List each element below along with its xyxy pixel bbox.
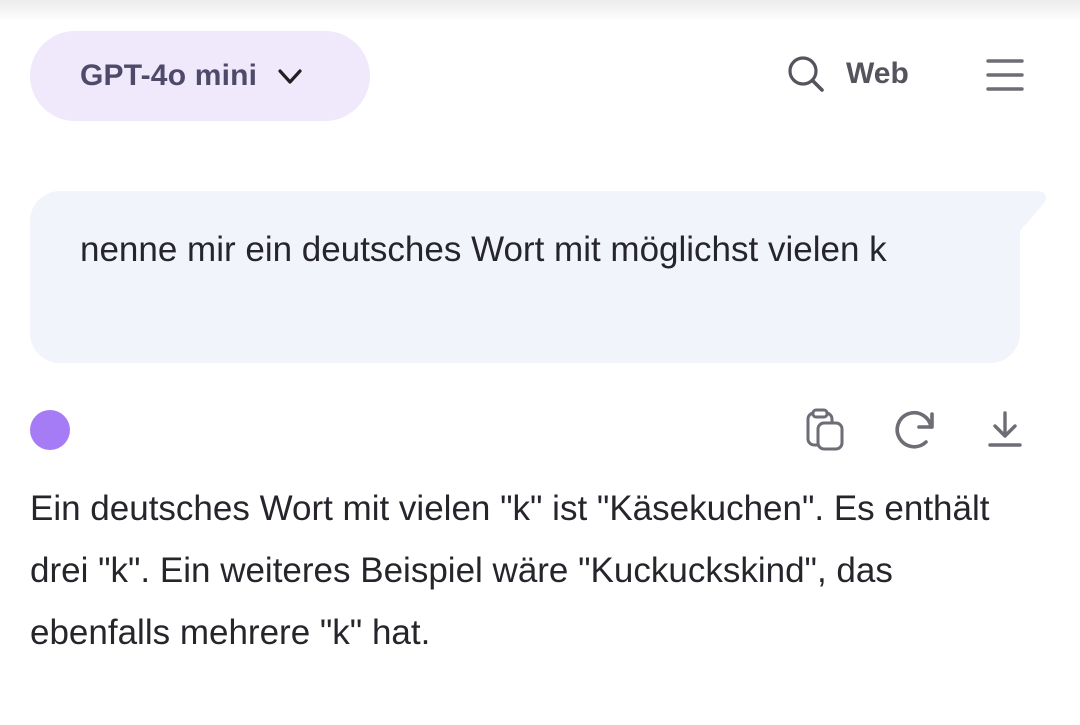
web-label: Web xyxy=(846,57,909,90)
assistant-message-text: Ein deutsches Wort mit vielen "k" ist "K… xyxy=(30,489,990,652)
copy-button[interactable] xyxy=(802,407,848,453)
download-button[interactable] xyxy=(982,407,1028,453)
user-message-text: nenne mir ein deutsches Wort mit möglich… xyxy=(80,230,887,269)
copy-icon xyxy=(806,408,844,451)
menu-icon[interactable] xyxy=(986,58,1024,92)
chevron-down-icon xyxy=(278,69,302,84)
regenerate-button[interactable] xyxy=(892,407,938,453)
top-shade xyxy=(0,0,1080,22)
model-selector-button[interactable]: GPT-4o mini xyxy=(30,31,370,121)
download-icon xyxy=(988,411,1022,447)
web-search-button[interactable]: Web xyxy=(786,54,909,94)
regenerate-icon xyxy=(895,410,934,449)
user-message-bubble: nenne mir ein deutsches Wort mit möglich… xyxy=(30,191,1020,363)
assistant-avatar xyxy=(30,410,70,450)
search-icon xyxy=(788,56,824,92)
model-label: GPT-4o mini xyxy=(80,59,258,92)
